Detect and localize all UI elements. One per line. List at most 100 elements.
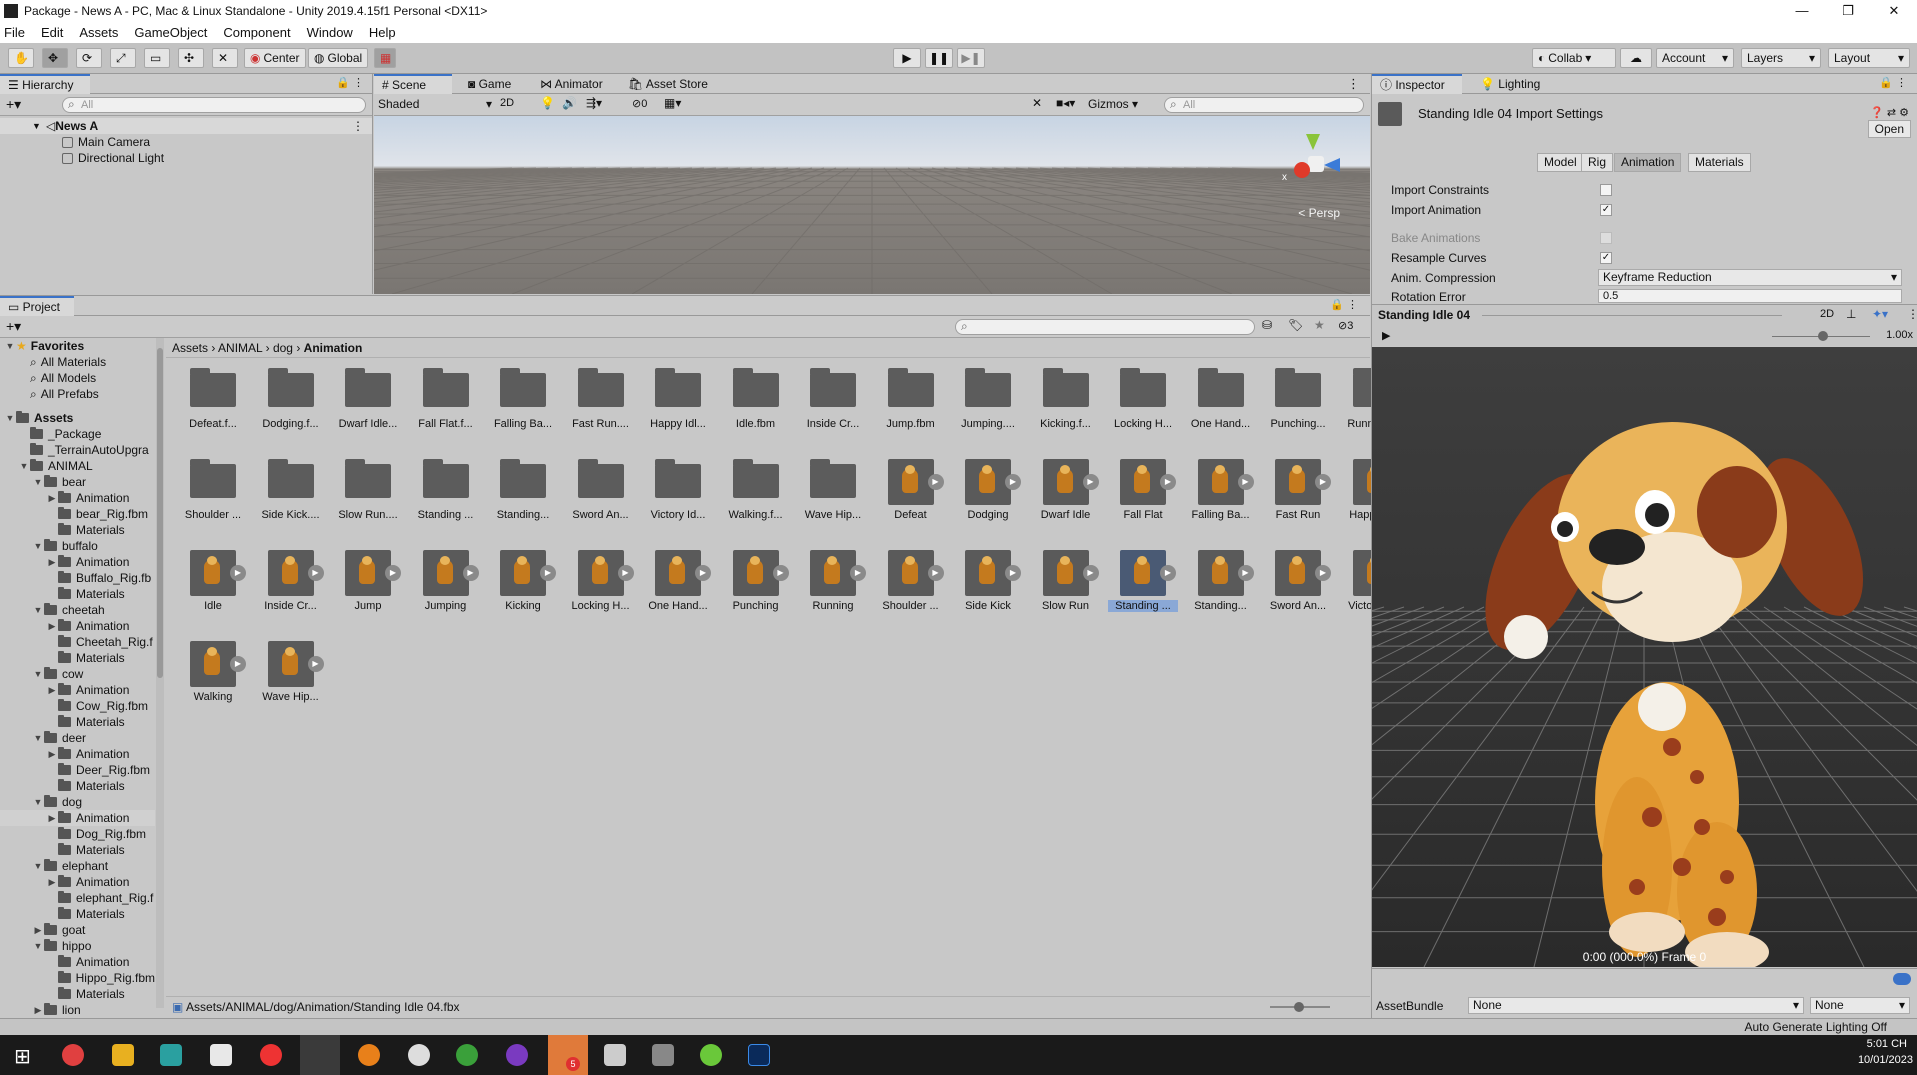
grid-snap-button[interactable]: ▦ (374, 48, 396, 68)
scrollbar-thumb[interactable] (157, 348, 163, 678)
play-icon[interactable]: ▶ (540, 565, 556, 581)
tree-folder-item[interactable]: ▶ Animation (0, 618, 155, 634)
expand-triangle-icon[interactable]: ▼ (32, 666, 44, 682)
animation-clip-item[interactable]: ▶ Walking (178, 641, 248, 703)
move-tool-button[interactable]: ✥ (42, 48, 68, 68)
custom-tool-button[interactable]: ✕ (212, 48, 238, 68)
expand-triangle-icon[interactable]: ▶ (46, 810, 58, 826)
expand-triangle-icon[interactable]: ▼ (18, 458, 30, 474)
asset-folder-item[interactable]: One Hand... (1186, 368, 1256, 430)
tree-folder-item[interactable]: ▼ cow (0, 666, 155, 682)
expand-triangle-icon[interactable]: ▶ (32, 922, 44, 938)
tree-folder-item[interactable]: ▼ ANIMAL (0, 458, 155, 474)
asset-folder-item[interactable]: Locking H... (1108, 368, 1178, 430)
tree-folder-item[interactable]: ▶ goat (0, 922, 155, 938)
animation-clip-item[interactable]: ▶ Inside Cr... (256, 550, 326, 612)
play-icon[interactable]: ▶ (850, 565, 866, 581)
play-icon[interactable]: ▶ (230, 565, 246, 581)
asset-folder-item[interactable]: Wave Hip... (798, 459, 868, 521)
hierarchy-item[interactable]: Main Camera (0, 134, 150, 150)
unity-taskbar-icon[interactable] (300, 1035, 340, 1075)
expand-triangle-icon[interactable]: ▼ (32, 794, 44, 810)
step-button[interactable]: ▶❚ (957, 48, 985, 68)
tree-folder-item[interactable]: ▶ Animation (0, 874, 155, 890)
app-icon-m[interactable] (160, 1044, 182, 1066)
camera-icon[interactable]: ■◂▾ (1056, 96, 1075, 110)
tree-folder-item[interactable]: Dog_Rig.fbm (0, 826, 155, 842)
tree-folder-item[interactable]: ▶ lion (0, 1002, 155, 1018)
tab-project[interactable]: ▭ Project (0, 296, 74, 316)
anim-compression-dropdown[interactable]: Keyframe Reduction ▾ (1598, 269, 1902, 286)
asset-folder-item[interactable]: Defeat.f... (178, 368, 248, 430)
import-constraints-checkbox[interactable] (1600, 184, 1612, 196)
animation-clip-item[interactable]: ▶ Dwarf Idle (1031, 459, 1101, 521)
breadcrumb-item[interactable]: Assets (172, 341, 208, 355)
assets-root-row[interactable]: ▼ Assets (4, 410, 73, 426)
expand-triangle-icon[interactable]: ▼ (32, 538, 44, 554)
tree-folder-item[interactable]: Animation (0, 954, 155, 970)
icon-size-slider[interactable] (1270, 1002, 1330, 1012)
create-button[interactable]: +▾ (6, 96, 21, 113)
expand-triangle-icon[interactable]: ▶ (46, 490, 58, 506)
app-icon-cloud[interactable] (408, 1044, 430, 1066)
tree-folder-item[interactable]: Materials (0, 906, 155, 922)
expand-triangle-icon[interactable]: ▶ (46, 746, 58, 762)
tab-inspector[interactable]: ⓘ Inspector (1372, 74, 1462, 94)
tree-folder-item[interactable]: bear_Rig.fbm (0, 506, 155, 522)
tree-folder-item[interactable]: Cow_Rig.fbm (0, 698, 155, 714)
favorite-item[interactable]: ⌕ All Prefabs (30, 386, 99, 402)
tree-folder-item[interactable]: Materials (0, 650, 155, 666)
favorite-item[interactable]: ⌕ All Models (30, 370, 96, 386)
kebab-menu-icon[interactable]: ⋮ (352, 118, 364, 134)
layers-dropdown[interactable]: Layers ▾ (1741, 48, 1821, 68)
tree-folder-item[interactable]: ▶ Animation (0, 810, 155, 826)
avatar-icon[interactable]: ✦▾ (1872, 307, 1888, 321)
asset-folder-item[interactable]: Standing ... (411, 459, 481, 521)
panel-menu-icon[interactable]: 🔒 ⋮ (1879, 76, 1907, 89)
play-icon[interactable]: ▶ (307, 656, 324, 672)
hand-tool-button[interactable]: ✋ (8, 48, 34, 68)
play-icon[interactable]: ▶ (1005, 565, 1021, 581)
account-dropdown[interactable]: Account ▾ (1656, 48, 1734, 68)
play-icon[interactable]: ▶ (927, 474, 944, 490)
asset-folder-item[interactable]: Jumping.... (953, 368, 1023, 430)
play-icon[interactable]: ▶ (385, 565, 401, 581)
subtab-materials[interactable]: Materials (1688, 153, 1751, 172)
pivot-toggle-icon[interactable]: ⊥ (1846, 307, 1856, 321)
asset-folder-item[interactable]: Victory Id... (643, 459, 713, 521)
animation-clip-item[interactable]: ▶ Defeat (876, 459, 946, 521)
menu-edit[interactable]: Edit (41, 25, 63, 40)
assetbundle-dropdown[interactable]: None ▾ (1468, 997, 1804, 1014)
tree-folder-item[interactable]: Materials (0, 522, 155, 538)
animation-preview-viewport[interactable]: 0:00 (000.0%) Frame 0 (1372, 347, 1917, 967)
grid-toggle-icon[interactable]: ▦▾ (664, 96, 681, 110)
filter-by-type-icon[interactable]: ⛁ (1262, 318, 1272, 332)
app-icon-figure[interactable] (210, 1044, 232, 1066)
header-icons[interactable]: ❓ ⇄ ⚙ (1870, 106, 1909, 119)
open-button[interactable]: Open (1867, 120, 1911, 138)
play-icon[interactable]: ▶ (772, 565, 789, 581)
animation-clip-item[interactable]: ▶ Standing ... (1108, 550, 1178, 612)
animation-clip-item[interactable]: ▶ Running (798, 550, 868, 612)
asset-folder-item[interactable]: Falling Ba... (488, 368, 558, 430)
asset-folder-item[interactable]: Punching... (1263, 368, 1333, 430)
tab-lighting[interactable]: 💡 Lighting (1472, 74, 1548, 94)
persp-label[interactable]: < Persp (1298, 206, 1340, 220)
scene-viewport[interactable]: x < Persp (374, 116, 1370, 294)
menu-gameobject[interactable]: GameObject (134, 25, 207, 40)
asset-folder-item[interactable]: Fast Run.... (566, 368, 636, 430)
upwork-icon[interactable] (456, 1044, 478, 1066)
expand-triangle-icon[interactable]: ▶ (46, 874, 58, 890)
expand-triangle-icon[interactable]: ▶ (46, 554, 58, 570)
tree-folder-item[interactable]: Buffalo_Rig.fb (0, 570, 155, 586)
maximize-button[interactable]: ❐ (1825, 0, 1871, 22)
tree-folder-item[interactable]: ▶ Animation (0, 490, 155, 506)
mode-2d-button[interactable]: 2D (500, 97, 514, 109)
expand-triangle-icon[interactable]: ▶ (46, 618, 58, 634)
app-icon-green[interactable] (700, 1044, 722, 1066)
tree-folder-item[interactable]: Materials (0, 842, 155, 858)
tree-folder-item[interactable]: Materials (0, 986, 155, 1002)
favorite-star-icon[interactable]: ★ (1314, 318, 1325, 332)
tree-scrollbar[interactable] (156, 338, 164, 1008)
shading-mode-dropdown[interactable]: Shaded ▾ (376, 96, 494, 113)
